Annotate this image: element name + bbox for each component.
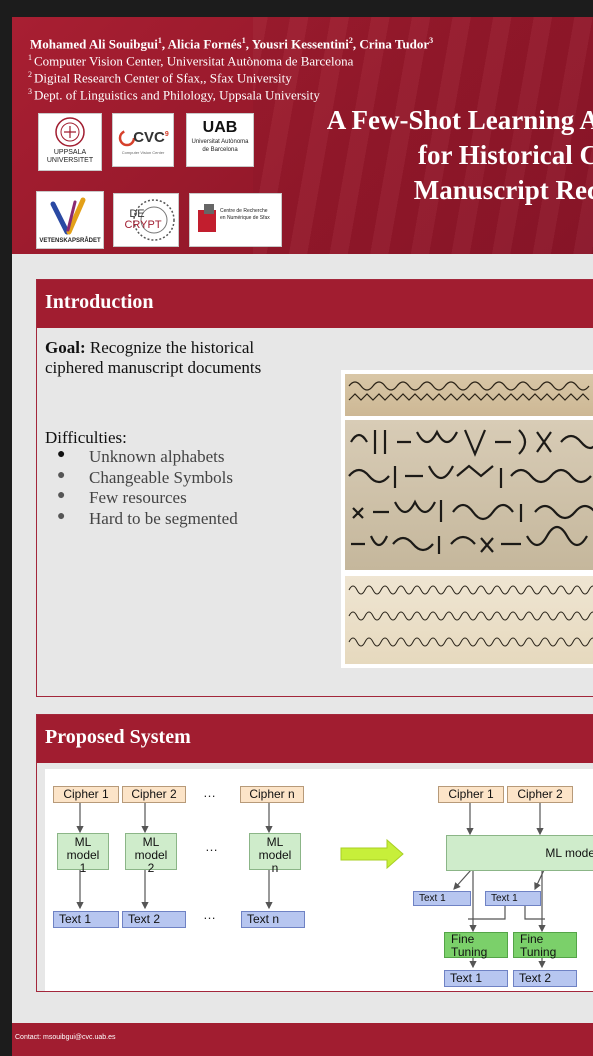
goal-text: Goal: Recognize the historical ciphered … <box>45 338 262 377</box>
author-name: Alicia Fornés <box>167 36 242 52</box>
introduction-section: Introduction Goal: Recognize the histori… <box>36 279 593 697</box>
section-title: Proposed System <box>45 726 191 748</box>
uppsala-logo: UPPSALA UNIVERSITET <box>38 113 102 171</box>
uab-logo: UAB Universitat Autònoma de Barcelona <box>186 113 254 167</box>
author-name: Yousri Kessentini <box>251 36 349 52</box>
contact-text: Contact: msouibgui@cvc.uab.es <box>15 1034 116 1041</box>
difficulties-label: Difficulties: <box>45 428 127 447</box>
ellipsis: … <box>203 907 216 922</box>
system-diagram: Cipher 1 Cipher 2 … Cipher n ML model 1 ML… <box>45 769 593 991</box>
poster: Mohamed Ali Souibgui1, Alicia Fornés1, Y… <box>12 17 593 1056</box>
cipher-box: Cipher 1 <box>53 786 119 803</box>
manuscript-samples-image <box>341 370 593 668</box>
poster-footer: Contact: msouibgui@cvc.uab.es <box>12 1023 593 1056</box>
fine-tuning-box: Fine Tuning <box>513 932 577 959</box>
manuscript-sample <box>345 420 593 570</box>
manuscript-sample <box>345 374 593 416</box>
affiliation-2: 2 Digital Research Center of Sfax,, Sfax … <box>28 70 292 86</box>
ml-model-box: ML model n <box>249 833 301 875</box>
text-output-box: Text n <box>241 911 305 928</box>
cvc-logo: CVC9 Computer Vision Center <box>112 113 174 167</box>
affiliation-1: 1 Computer Vision Center, Universitat Aut… <box>28 53 354 69</box>
ellipsis: … <box>203 785 216 800</box>
section-header: Introduction <box>37 280 593 328</box>
poster-title-line: A Few-Shot Learning A <box>326 105 593 135</box>
vetenskapsradet-logo: VETENSKAPSRÅDET <box>36 191 104 249</box>
difficulties-list: ● Unknown alphabets ● Changeable Symbols ●… <box>57 447 238 529</box>
list-item: ● Unknown alphabets <box>57 447 225 466</box>
crns-logo: Centre de Recherche en Numérique de Sfax <box>189 193 282 247</box>
poster-title-line: Manuscript Rec <box>413 175 593 205</box>
ml-model-box: ML model 1 <box>57 833 109 875</box>
cipher-box: Cipher n <box>240 786 304 803</box>
cipher-box: Cipher 1 <box>438 786 504 803</box>
section-title: Introduction <box>45 291 154 313</box>
cipher-glyphs-icon <box>348 381 590 401</box>
ml-model-box: ML model 2 <box>125 833 177 875</box>
list-item: ● Hard to be segmented <box>57 508 238 528</box>
cipher-box: Cipher 2 <box>122 786 186 803</box>
cipher-glyphs-icon <box>348 429 593 554</box>
list-item: ● Changeable Symbols <box>57 467 234 487</box>
proposed-system-section: Proposed System Cipher 1 Cipher 2 … Ciph… <box>36 714 593 992</box>
affiliation-3: 3 Dept. of Linguistics and Philology, Upp… <box>28 87 320 103</box>
text-output-box: Text 1 <box>485 891 541 906</box>
decrypt-logo: DE CRYPT <box>113 193 179 247</box>
text-output-box: Text 1 <box>413 891 471 906</box>
author-name: Crina Tudor <box>359 36 430 52</box>
list-item: ● Few resources <box>57 488 187 507</box>
text-output-box: Text 1 <box>53 911 119 928</box>
cipher-box: Cipher 2 <box>507 786 573 803</box>
text-output-box: Text 2 <box>513 970 577 987</box>
text-output-box: Text 2 <box>122 911 186 928</box>
shared-ml-model-box: ML mode <box>446 835 593 871</box>
poster-title-line: for Historical C <box>418 140 593 170</box>
section-header: Proposed System <box>37 715 593 763</box>
poster-header: Mohamed Ali Souibgui1, Alicia Fornés1, Y… <box>12 17 593 254</box>
cipher-glyphs-icon <box>348 585 593 647</box>
author-name: Mohamed Ali Souibgui <box>30 36 158 52</box>
author-list: Mohamed Ali Souibgui1, Alicia Fornés1, Y… <box>30 36 434 52</box>
text-output-box: Text 1 <box>444 970 508 987</box>
fine-tuning-box: Fine Tuning <box>444 932 508 959</box>
manuscript-sample <box>345 576 593 664</box>
ellipsis: … <box>205 839 218 854</box>
transition-arrow-icon <box>340 838 404 870</box>
